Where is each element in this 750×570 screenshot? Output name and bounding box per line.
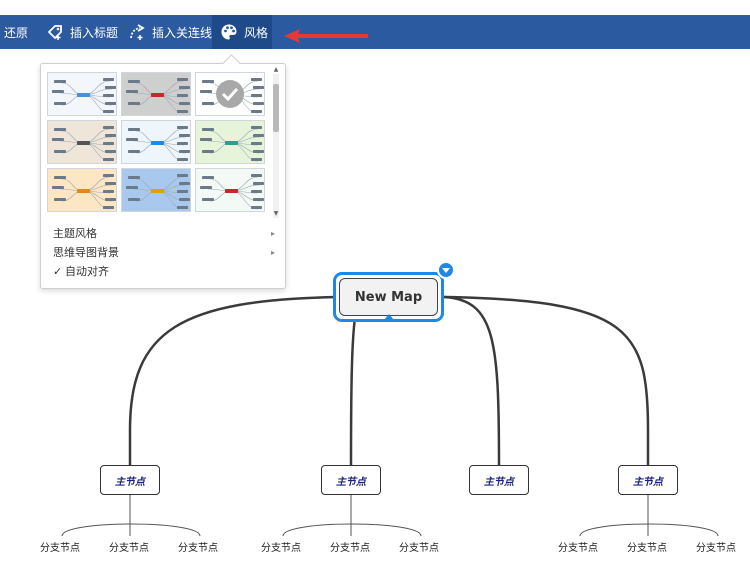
root-anchor-icon [384,314,394,320]
theme-thumbnail-grid [47,72,267,218]
menu-item-auto-align[interactable]: ✓ 自动对齐 [53,262,275,280]
branch-node[interactable]: 分支节点 [30,539,90,554]
branch-node[interactable]: 分支节点 [251,539,311,554]
main-node[interactable]: 主节点 [321,465,381,495]
main-node[interactable]: 主节点 [618,465,678,495]
scroll-down-icon[interactable]: ▼ [272,210,280,217]
theme-thumbnail[interactable] [195,72,265,116]
theme-thumbnail[interactable] [47,120,117,164]
theme-thumbnail[interactable] [121,168,191,212]
scroll-up-icon[interactable]: ▲ [272,66,280,73]
branch-node[interactable]: 分支节点 [686,539,746,554]
menu-item-map-background[interactable]: 思维导图背景 ▸ [53,243,275,261]
branch-node[interactable]: 分支节点 [389,539,449,554]
theme-thumbnail[interactable] [121,120,191,164]
selected-check-icon [216,80,244,108]
connector-main-4 [443,295,650,465]
theme-thumbnail[interactable] [47,168,117,212]
menu-item-label: 思维导图背景 [53,246,119,259]
theme-thumbnail[interactable] [195,168,265,212]
root-node-label: New Map [339,278,438,316]
connector-branch-group-2 [282,523,422,537]
connector-main-1 [128,295,339,465]
main-node[interactable]: 主节点 [100,465,160,495]
main-node[interactable]: 主节点 [469,465,529,495]
chevron-right-icon: ▸ [270,247,275,257]
chevron-right-icon: ▸ [270,228,275,238]
menu-item-label: 主题风格 [53,227,97,240]
theme-thumbnail[interactable] [47,72,117,116]
menu-item-theme-style[interactable]: 主题风格 ▸ [53,224,275,242]
scrollbar-thumb[interactable] [273,84,279,132]
connector-main-2 [349,317,357,466]
collapse-toggle-icon[interactable] [437,261,455,279]
connector-branch-group-1 [61,523,201,537]
branch-node[interactable]: 分支节点 [99,539,159,554]
branch-node[interactable]: 分支节点 [548,539,608,554]
theme-thumbnail[interactable] [121,72,191,116]
checkmark-icon: ✓ [53,264,63,278]
menu-item-label: 自动对齐 [65,265,109,278]
branch-node[interactable]: 分支节点 [320,539,380,554]
branch-node[interactable]: 分支节点 [617,539,677,554]
style-dropdown: ▲ ▼ 主题风格 ▸ 思维导图背景 ▸ ✓ 自动对齐 [40,54,286,289]
theme-thumbnail[interactable] [195,120,265,164]
connector-branch-group-3 [579,523,719,537]
branch-node[interactable]: 分支节点 [168,539,228,554]
connector-main-3 [443,295,501,466]
